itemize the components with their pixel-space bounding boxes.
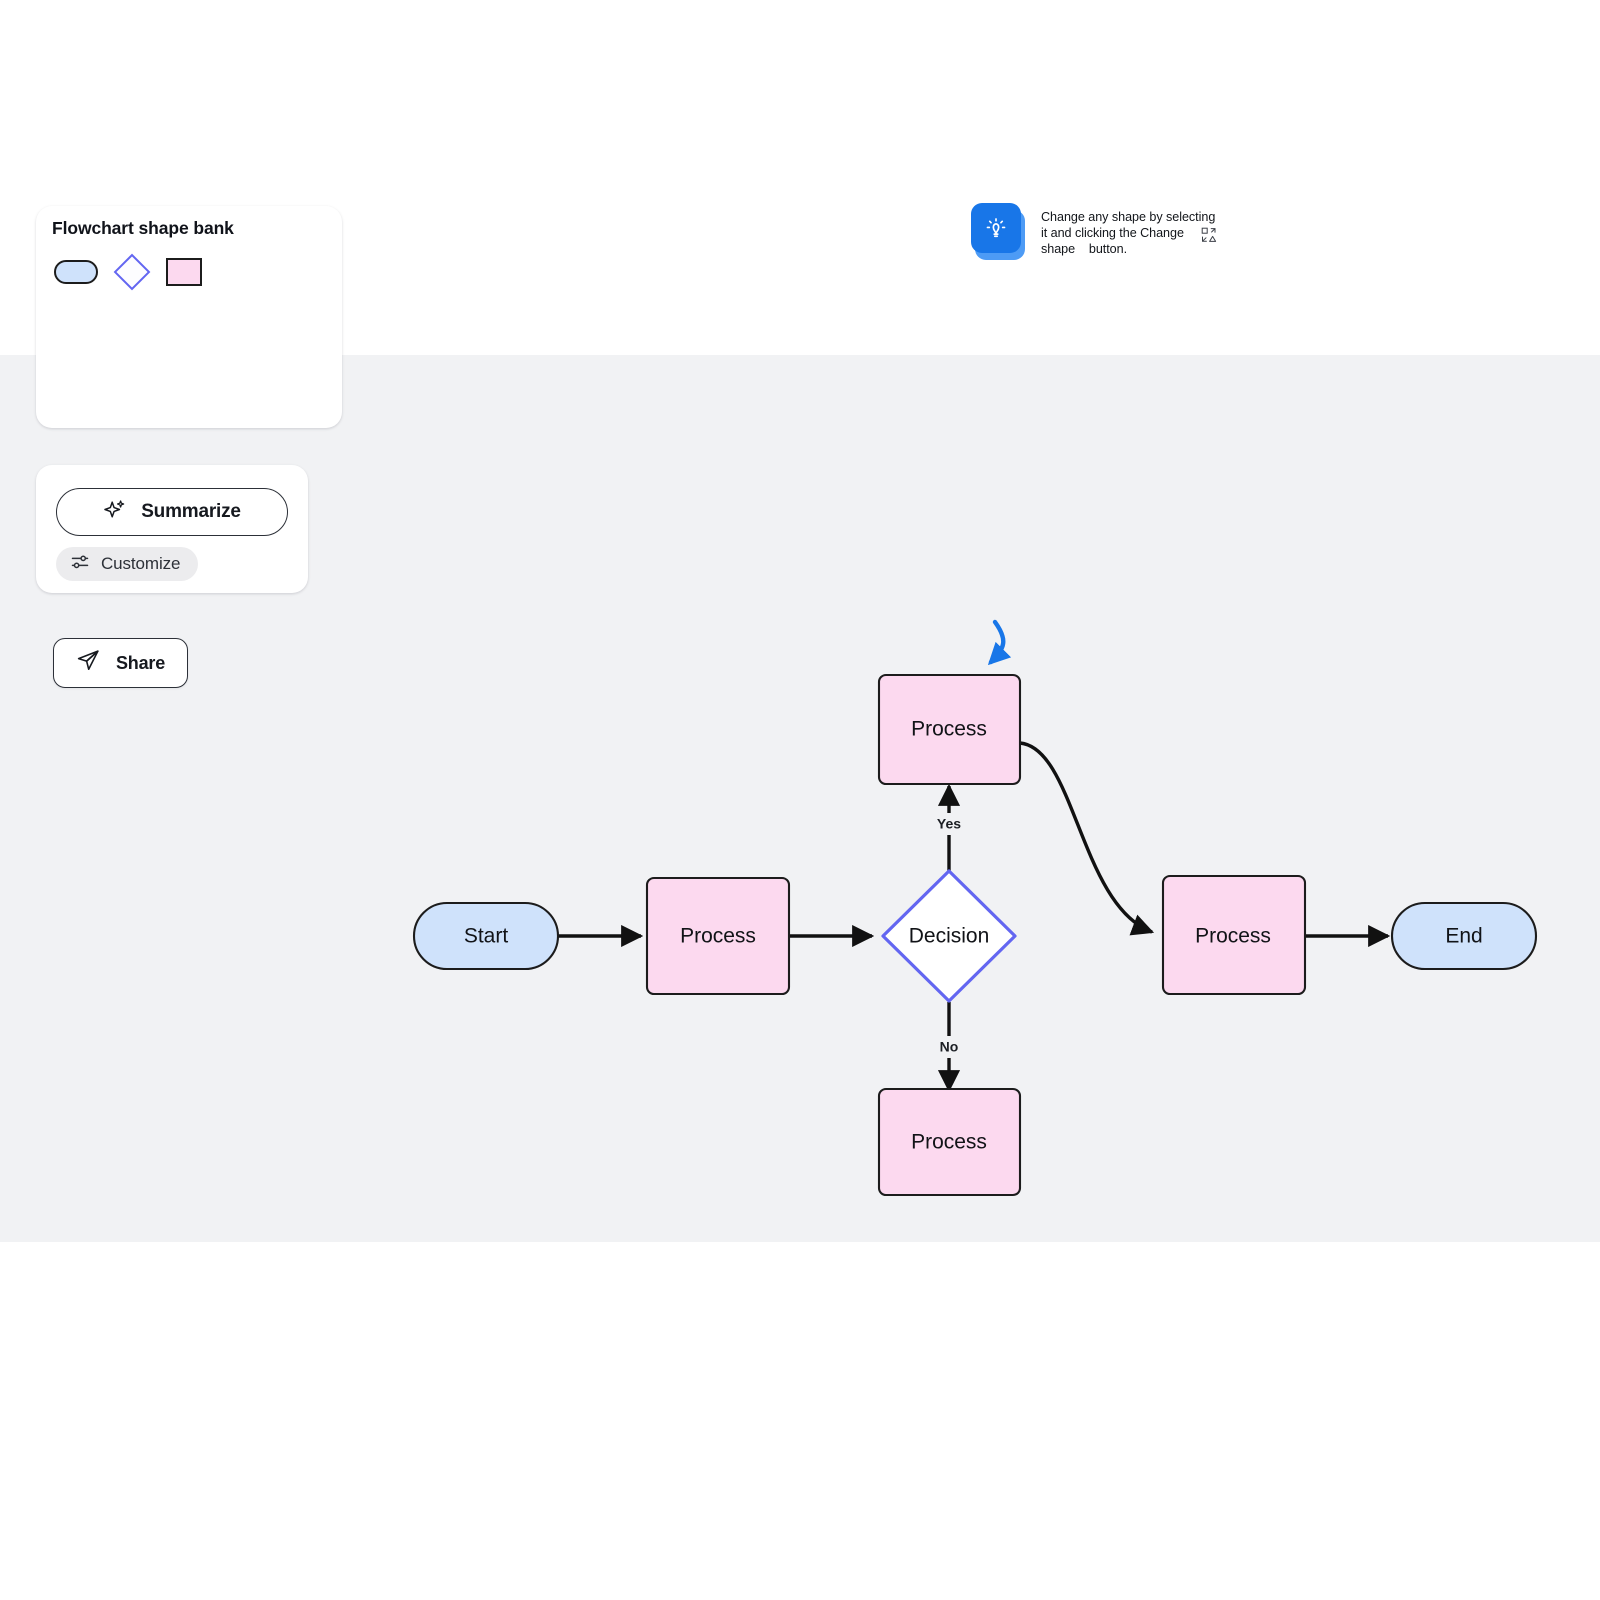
- shape-oval-icon[interactable]: [54, 260, 98, 284]
- tip-callout: Change any shape by selecting it and cli…: [970, 203, 1230, 273]
- sparkle-icon: [103, 498, 127, 527]
- customize-button-label: Customize: [101, 554, 181, 573]
- send-icon: [76, 648, 101, 678]
- shape-bank-title: Flowchart shape bank: [52, 218, 234, 238]
- shape-rectangle-icon[interactable]: [166, 258, 202, 286]
- shape-bank-items: [54, 253, 202, 291]
- change-shape-icon: [1201, 227, 1217, 243]
- ai-actions-panel: Summarize Customize: [36, 465, 308, 593]
- customize-button[interactable]: Customize: [56, 547, 199, 581]
- app-root: Start Process Decision Process Process P…: [0, 0, 1600, 1600]
- shape-diamond-icon[interactable]: [113, 253, 151, 291]
- share-button-label: Share: [115, 652, 166, 673]
- shape-bank-panel: Flowchart shape bank: [36, 206, 342, 428]
- summarize-button[interactable]: Summarize: [56, 488, 288, 536]
- lightbulb-icon: [971, 203, 1021, 253]
- tip-text: Change any shape by selecting it and cli…: [1041, 210, 1216, 257]
- sliders-icon: [70, 552, 90, 577]
- summarize-button-label: Summarize: [141, 501, 241, 522]
- share-button[interactable]: Share: [53, 638, 188, 688]
